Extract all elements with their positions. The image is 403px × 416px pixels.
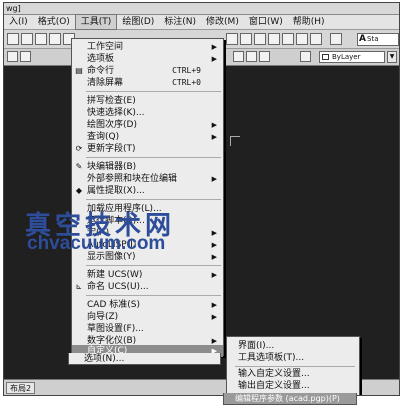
menu-separator <box>235 366 355 367</box>
menu-bar: 入(I) 格式(O) 工具(T) 绘图(D) 标注(N) 修改(M) 窗口(W)… <box>4 14 399 30</box>
new-file-icon[interactable] <box>7 33 19 45</box>
calculator-icon[interactable] <box>310 33 322 45</box>
menu-draw[interactable]: 绘图(D) <box>117 15 159 29</box>
color-swatch <box>322 54 329 60</box>
watermark-url: chvacuum.com <box>27 233 166 254</box>
command-line-icon: ▤ <box>75 66 83 75</box>
menu-item-inquiry[interactable]: 查询(Q) ▶ <box>72 131 223 143</box>
layer-isolate-icon[interactable] <box>259 51 270 62</box>
make-current-icon[interactable] <box>246 51 257 62</box>
menu-item-clean-screen[interactable]: 清除屏幕 CTRL+0 <box>72 77 223 89</box>
help-icon[interactable] <box>330 33 342 45</box>
menu-separator <box>86 157 221 158</box>
design-center-icon[interactable] <box>240 33 252 45</box>
menu-tools[interactable]: 工具(T) <box>74 14 118 30</box>
menu-separator <box>86 295 221 296</box>
submenu-arrow-icon: ▶ <box>211 313 217 321</box>
tool-palettes-icon[interactable] <box>254 33 266 45</box>
menu-dimension[interactable]: 标注(N) <box>159 15 201 29</box>
menu-item-named-ucs[interactable]: ⊾ 命名 UCS(U)... <box>72 281 223 293</box>
submenu-arrow-icon: ▶ <box>211 175 217 183</box>
menu-item-options[interactable]: 选项(N)... <box>68 353 221 365</box>
chevron-down-icon[interactable]: ▼ <box>387 51 397 63</box>
menu-item-cad-standards[interactable]: CAD 标准(S) ▶ <box>72 299 223 311</box>
menu-item-wizards[interactable]: 向导(Z) ▶ <box>72 311 223 323</box>
text-style-select[interactable]: A Sta <box>357 33 399 46</box>
window-title: wg] <box>6 4 21 13</box>
quickcalc-icon[interactable] <box>296 33 308 45</box>
crosshair-cursor <box>230 136 240 146</box>
submenu-item-tool-palettes[interactable]: 工具选项板(T)... <box>227 352 359 364</box>
submenu-arrow-icon: ▶ <box>211 253 217 261</box>
submenu-arrow-icon: ▶ <box>211 121 217 129</box>
menu-item-workspaces[interactable]: 工作空间 ▶ <box>72 41 223 53</box>
submenu-arrow-icon: ▶ <box>211 229 217 237</box>
color-value: ByLayer <box>332 53 361 61</box>
layer-manager-icon[interactable] <box>7 51 18 62</box>
submenu-item-edit-pgp[interactable]: 编辑程序参数 (acad.pgp)(P) <box>223 393 357 405</box>
title-bar: wg] <box>4 3 399 15</box>
submenu-arrow-icon: ▶ <box>211 55 217 63</box>
color-select[interactable]: ByLayer <box>319 51 385 63</box>
layout-tab[interactable]: 布局2 <box>6 382 36 394</box>
menu-item-block-editor[interactable]: ✎ 块编辑器(B) <box>72 161 223 173</box>
tools-dropdown-menu: 工作空间 ▶ 选项板 ▶ ▤ 命令行 CTRL+9 清除屏幕 CTRL+0 拼写… <box>71 38 224 357</box>
open-file-icon[interactable] <box>21 33 33 45</box>
menu-item-update-fields[interactable]: ⟳ 更新字段(T) <box>72 143 223 155</box>
customize-submenu: 界面(I)... 工具选项板(T)... 输入自定义设置... 输出自定义设置.… <box>226 336 360 395</box>
menu-item-spelling[interactable]: 拼写检查(E) <box>72 95 223 107</box>
text-style-icon: A <box>359 34 366 44</box>
menu-item-palettes[interactable]: 选项板 ▶ <box>72 53 223 65</box>
menu-item-xref-edit[interactable]: 外部参照和块在位编辑 ▶ <box>72 173 223 185</box>
menu-item-attribute-extraction[interactable]: ◆ 属性提取(X)... <box>72 185 223 197</box>
block-editor-icon: ✎ <box>75 162 83 171</box>
menu-insert[interactable]: 入(I) <box>4 15 33 29</box>
submenu-arrow-icon: ▶ <box>211 301 217 309</box>
menu-item-command-line[interactable]: ▤ 命令行 CTRL+9 <box>72 65 223 77</box>
layer-previous-icon[interactable] <box>233 51 244 62</box>
save-icon[interactable] <box>35 33 47 45</box>
ucs-icon: ⊾ <box>75 282 83 291</box>
menu-window[interactable]: 窗口(W) <box>244 15 288 29</box>
submenu-arrow-icon: ▶ <box>211 43 217 51</box>
color-control-icon[interactable] <box>300 51 311 62</box>
sheet-set-icon[interactable] <box>268 33 280 45</box>
menu-separator <box>86 199 221 200</box>
menu-modify[interactable]: 修改(M) <box>201 15 244 29</box>
print-icon[interactable] <box>49 33 61 45</box>
menu-item-new-ucs[interactable]: 新建 UCS(W) ▶ <box>72 269 223 281</box>
submenu-arrow-icon: ▶ <box>211 271 217 279</box>
attribute-extraction-icon: ◆ <box>75 186 83 195</box>
submenu-arrow-icon: ▶ <box>211 241 217 249</box>
properties-icon[interactable] <box>226 33 238 45</box>
menu-help[interactable]: 帮助(H) <box>288 15 330 29</box>
markup-icon[interactable] <box>282 33 294 45</box>
layer-state-icon[interactable] <box>20 51 31 62</box>
submenu-arrow-icon: ▶ <box>211 133 217 141</box>
menu-format[interactable]: 格式(O) <box>33 15 75 29</box>
update-fields-icon: ⟳ <box>75 144 83 153</box>
menu-item-draw-order[interactable]: 绘图次序(D) ▶ <box>72 119 223 131</box>
autocad-window: wg] 入(I) 格式(O) 工具(T) 绘图(D) 标注(N) 修改(M) 窗… <box>3 2 400 396</box>
menu-item-drafting-settings[interactable]: 草图设置(F)... <box>72 323 223 335</box>
submenu-item-import-customizations[interactable]: 输入自定义设置... <box>227 368 359 380</box>
submenu-item-export-customizations[interactable]: 输出自定义设置... <box>227 380 359 392</box>
menu-item-quick-select[interactable]: 快速选择(K)... <box>72 107 223 119</box>
submenu-item-interface[interactable]: 界面(I)... <box>227 340 359 352</box>
menu-separator <box>86 265 221 266</box>
menu-separator <box>86 91 221 92</box>
text-style-value: Sta <box>367 35 379 43</box>
